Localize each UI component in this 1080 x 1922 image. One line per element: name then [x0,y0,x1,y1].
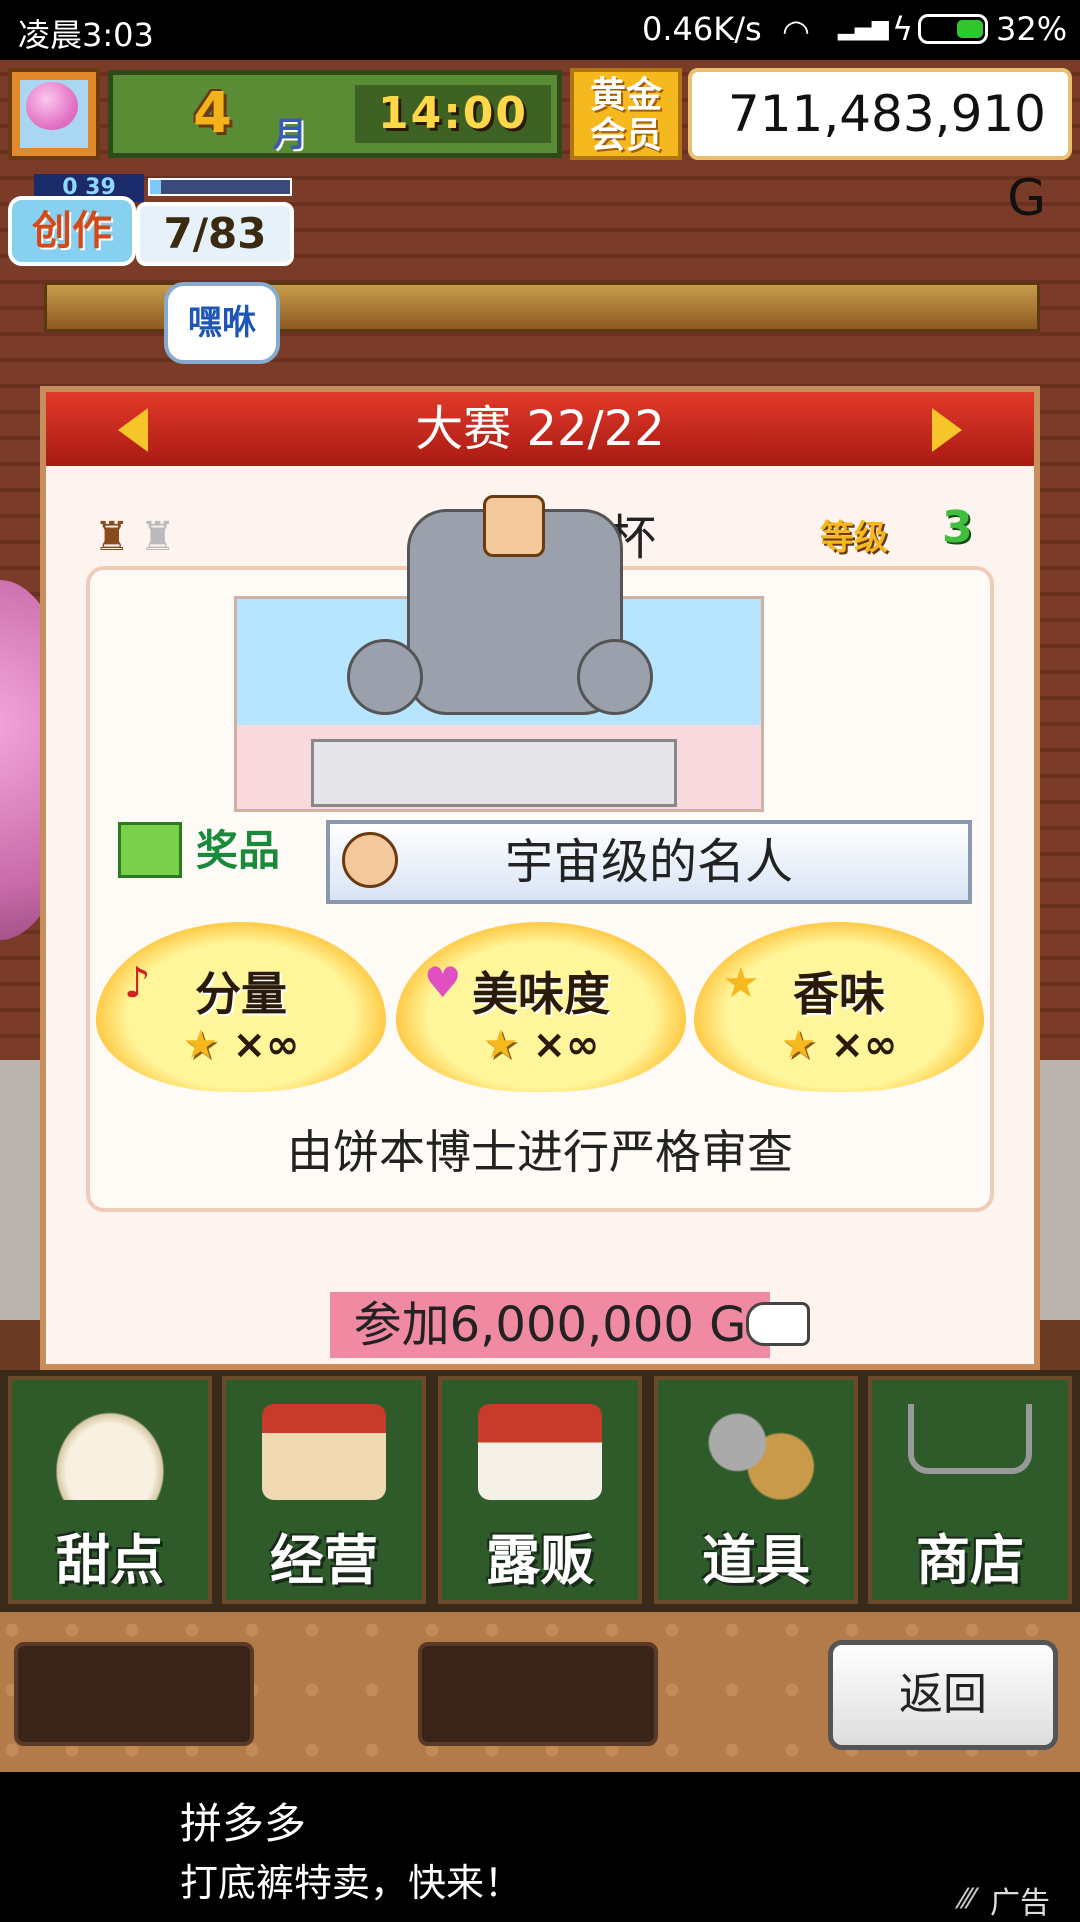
contest-panel: 大赛 22/22 ♜♜ 超级大本杯 等级 3 奖品 宇宙级的名人 ♪ 分量 ★ … [40,386,1040,1370]
menu-food-truck-button[interactable]: 露贩 [438,1376,642,1604]
empty-slot [14,1642,254,1746]
battery-icon [918,14,988,44]
shop-avatar[interactable] [8,68,100,160]
contest-header: 大赛 22/22 [46,392,1034,466]
criterion-multiplier: ×∞ [532,1022,600,1068]
wifi-icon: ◠ [782,12,810,50]
ad-subtitle: 打底裤特卖，快来！ [180,1861,523,1905]
network-speed: 0.46K/s [642,10,762,48]
menu-label: 露贩 [486,1529,594,1592]
prev-arrow-icon[interactable] [118,408,148,452]
ad-title: 拼多多 [180,1799,307,1848]
food-truck-icon [478,1404,602,1500]
menu-items-button[interactable]: 道具 [654,1376,858,1604]
back-button[interactable]: 返回 [828,1640,1058,1750]
create-panel[interactable]: 0 39 创作 7/83 [8,174,294,270]
menu-management-button[interactable]: 经营 [222,1376,426,1604]
criterion-name: 美味度 [472,967,610,1021]
level-value: 3 [942,502,973,553]
signal-icon: ▂▄▆ [838,16,889,41]
criterion-multiplier: ×∞ [830,1022,898,1068]
create-label: 创作 [8,196,136,266]
silver-trophy-icon: ♜ [139,514,176,560]
status-bar: 凌晨3:03 0.46K/s ◠ ▂▄▆ ϟ 32% [0,0,1080,60]
prize-label: 奖品 [196,826,281,875]
lower-panel: 返回 [0,1612,1080,1772]
game-screen: 4 月 14:00 黄金会员 711,483,910 G 0 39 创作 7/8… [0,60,1080,1772]
empty-slot [418,1642,658,1746]
menu-label: 经营 [270,1529,378,1592]
cherry-tree-icon [26,82,78,130]
criterion-multiplier: ×∞ [232,1022,300,1068]
bronze-trophy-icon: ♜ [94,514,130,560]
judge-avatar [483,495,545,557]
menu-label: 商店 [916,1529,1024,1592]
next-arrow-icon[interactable] [932,408,962,452]
judge-description: 由饼本博士进行严格审查 [287,1125,793,1179]
charging-icon: ϟ [892,10,914,48]
trophy-icons: ♜ ♜ [94,514,176,560]
cake-icon [48,1404,172,1500]
contest-header-title: 大赛 22/22 [415,401,665,457]
criterion-name: 分量 [195,967,287,1021]
level-label: 等级 [820,518,888,558]
gold-member-badge[interactable]: 黄金会员 [570,68,682,160]
money-display: 711,483,910 G [688,68,1072,227]
create-progress: 7/83 [136,202,294,266]
speech-bubble: 嘿咻 [164,282,280,364]
ad-logo-icon: ⁄⁄⁄ [960,1882,975,1915]
star-icon: ★ [780,1022,817,1068]
star-icon: ★ [482,1022,519,1068]
month-number: 4 [193,81,232,146]
create-progress-bar [148,178,292,196]
calendar-panel: 4 月 14:00 [108,70,562,158]
ad-banner[interactable]: 拼多多 打底裤特卖，快来！ ⁄⁄⁄ 广告 [0,1772,1080,1921]
prize-name-box: 宇宙级的名人 [326,820,972,904]
contest-stage-image [234,495,764,812]
pointing-hand-icon [746,1302,810,1346]
status-time: 凌晨3:03 [18,16,154,54]
battery-percent: 32% [996,10,1068,48]
menu-label: 道具 [702,1529,810,1592]
ad-tag: 广告 [990,1886,1050,1921]
cart-icon [908,1404,1032,1474]
month-unit: 月 [273,115,307,155]
gift-icon [118,822,182,878]
menu-shop-button[interactable]: 商店 [868,1376,1072,1604]
game-clock: 14:00 [355,85,551,143]
join-contest-button[interactable]: 参加6,000,000 G [330,1292,770,1358]
star-icon: ★ [182,1022,219,1068]
menu-label: 甜点 [56,1529,164,1592]
celebrity-face-icon [342,832,398,888]
store-icon [262,1404,386,1500]
menu-dessert-button[interactable]: 甜点 [8,1376,212,1604]
gear-bag-icon [694,1404,818,1500]
bottom-menu: 甜点 经营 露贩 道具 商店 [0,1370,1080,1612]
criterion-name: 香味 [793,967,885,1021]
prize-name: 宇宙级的名人 [504,834,793,890]
